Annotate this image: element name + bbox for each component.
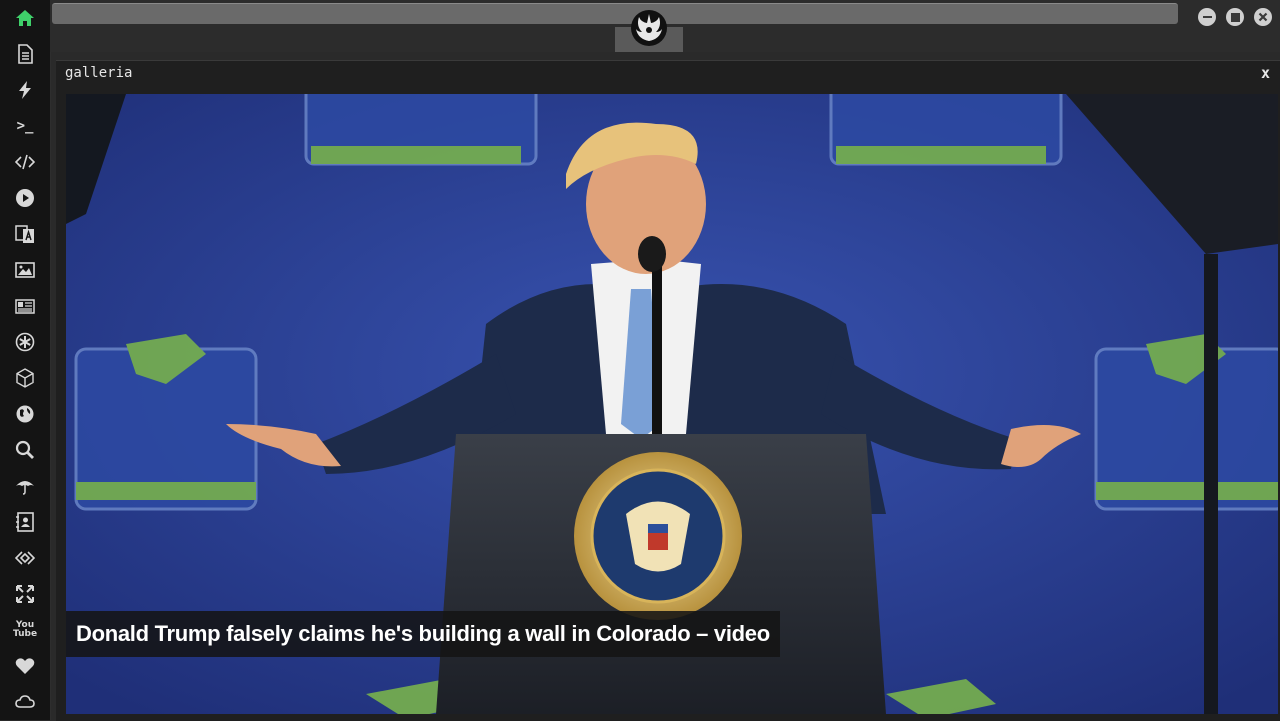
close-icon[interactable] (1254, 8, 1272, 26)
rebel-alliance-logo-icon (629, 8, 669, 48)
expand-icon[interactable] (13, 582, 37, 606)
sidebar: >_ You Tube (0, 0, 51, 720)
gallery-title: galleria (65, 65, 133, 81)
minimize-icon[interactable] (1198, 8, 1216, 26)
gallery-panel: galleria x Donald Trump falsely claims h… (56, 60, 1280, 721)
gallery-close-button[interactable]: x (1261, 64, 1270, 82)
home-icon[interactable] (13, 6, 37, 30)
document-icon[interactable] (13, 42, 37, 66)
play-icon[interactable] (13, 186, 37, 210)
translate-icon[interactable] (13, 222, 37, 246)
lightning-icon[interactable] (13, 78, 37, 102)
globe-icon[interactable] (13, 402, 37, 426)
maximize-icon[interactable] (1226, 8, 1244, 26)
youtube-icon-label-bottom: Tube (12, 629, 38, 639)
umbrella-icon[interactable] (13, 474, 37, 498)
settings-asterisk-icon[interactable] (13, 330, 37, 354)
cloud-icon[interactable] (13, 690, 37, 714)
terminal-icon[interactable]: >_ (13, 114, 37, 138)
youtube-icon[interactable]: You Tube (13, 618, 37, 642)
heart-icon[interactable] (13, 654, 37, 678)
gallery-caption: Donald Trump falsely claims he's buildin… (66, 611, 780, 657)
top-bar (50, 0, 1280, 52)
code-icon[interactable] (13, 150, 37, 174)
diamond-code-icon[interactable] (13, 546, 37, 570)
cube-icon[interactable] (13, 366, 37, 390)
address-bar[interactable] (52, 3, 1178, 24)
contacts-icon[interactable] (13, 510, 37, 534)
image-icon[interactable] (13, 258, 37, 282)
search-icon[interactable] (13, 438, 37, 462)
news-icon[interactable] (13, 294, 37, 318)
